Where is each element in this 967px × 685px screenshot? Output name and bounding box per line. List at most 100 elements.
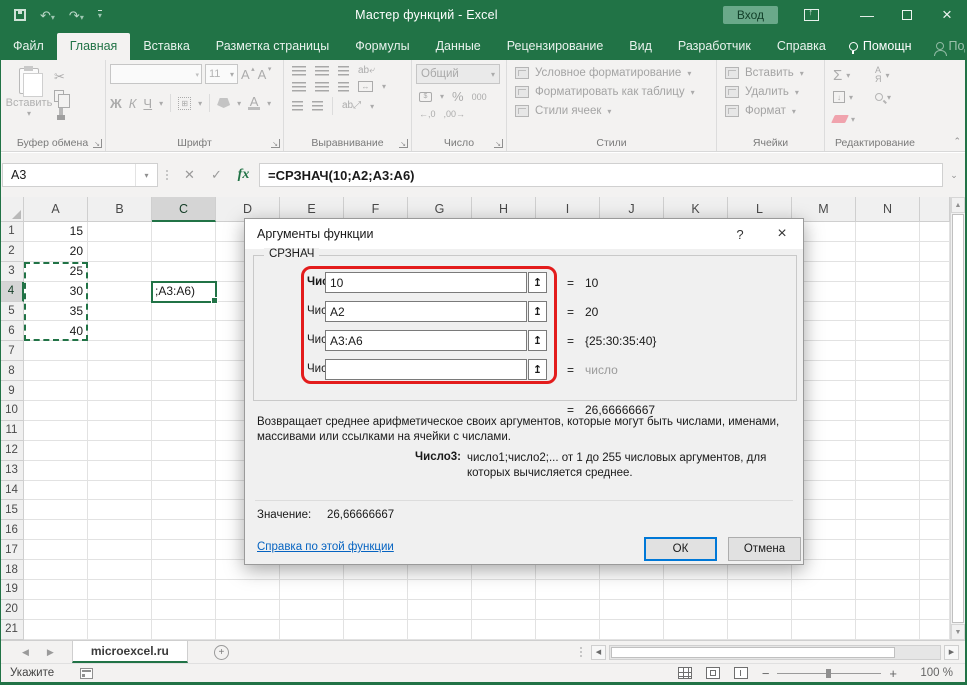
cell-D21[interactable]	[216, 620, 280, 640]
cell-C7[interactable]	[152, 341, 216, 361]
cell-C2[interactable]	[152, 242, 216, 262]
shrink-font-icon[interactable]: А▾	[258, 67, 272, 82]
ribbon-item[interactable]: Форматировать как таблицу▾	[515, 86, 712, 98]
cell-E21[interactable]	[280, 620, 344, 640]
ribbon-display-options-icon[interactable]	[804, 9, 819, 21]
font-dialog-launcher-icon[interactable]	[271, 139, 280, 148]
column-header-partial[interactable]	[920, 197, 950, 222]
cell-B8[interactable]	[88, 361, 152, 381]
cell-B6[interactable]	[88, 321, 152, 341]
cell-N16[interactable]	[856, 520, 920, 540]
cell-partial[interactable]	[920, 262, 950, 282]
cell-A6[interactable]: 40	[24, 321, 88, 341]
row-header-12[interactable]: 12	[0, 441, 24, 461]
row-header-20[interactable]: 20	[0, 600, 24, 620]
cell-N10[interactable]	[856, 401, 920, 421]
cell-N21[interactable]	[856, 620, 920, 640]
cell-A1[interactable]: 15	[24, 222, 88, 242]
cell-C9[interactable]	[152, 381, 216, 401]
cell-F21[interactable]	[344, 620, 408, 640]
row-header-9[interactable]: 9	[0, 381, 24, 401]
cell-A14[interactable]	[24, 481, 88, 501]
cell-N1[interactable]	[856, 222, 920, 242]
cell-N13[interactable]	[856, 461, 920, 481]
splitter-handle[interactable]	[580, 647, 582, 657]
cell-partial[interactable]	[920, 282, 950, 302]
cell-M20[interactable]	[792, 600, 856, 620]
new-sheet-icon[interactable]: +	[214, 645, 229, 660]
field-input-number4[interactable]	[325, 359, 527, 380]
borders-icon[interactable]: ⊞	[178, 97, 191, 110]
cell-C20[interactable]	[152, 600, 216, 620]
ribbon-item[interactable]: Стили ячеек▾	[515, 105, 712, 117]
cut-icon[interactable]: ✂	[54, 70, 67, 84]
wrap-text-icon[interactable]: ab⤶	[358, 66, 375, 76]
row-header-6[interactable]: 6	[0, 321, 24, 341]
customize-qat-icon[interactable]: ▾	[98, 10, 102, 20]
clipboard-dialog-launcher-icon[interactable]	[93, 139, 102, 148]
cell-N4[interactable]	[856, 282, 920, 302]
dialog-help-icon[interactable]: ?	[719, 219, 761, 249]
dialog-title-bar[interactable]: Аргументы функции ? ×	[245, 219, 803, 249]
cell-C13[interactable]	[152, 461, 216, 481]
name-box-dropdown-icon[interactable]: ▾	[135, 164, 157, 186]
clear-icon[interactable]	[831, 115, 849, 123]
paste-button[interactable]: Вставить ▾	[4, 64, 54, 133]
cell-C17[interactable]	[152, 540, 216, 560]
function-help-link[interactable]: Справка по этой функции	[257, 541, 394, 553]
sheet-tab-active[interactable]: microexcel.ru	[72, 641, 188, 663]
cell-H21[interactable]	[472, 620, 536, 640]
cancel-button[interactable]: Отмена	[728, 537, 801, 561]
orientation-icon[interactable]: ab⤢	[342, 101, 361, 111]
ribbon-tab-данные[interactable]: Данные	[423, 33, 494, 60]
cell-J20[interactable]	[600, 600, 664, 620]
row-header-14[interactable]: 14	[0, 481, 24, 501]
cell-N6[interactable]	[856, 321, 920, 341]
collapse-dialog-icon-1[interactable]: ↥	[528, 272, 547, 293]
cell-G19[interactable]	[408, 580, 472, 600]
ribbon-tab-главная[interactable]: Главная	[57, 33, 131, 60]
cell-partial[interactable]	[920, 341, 950, 361]
column-header-B[interactable]: B	[88, 197, 152, 222]
cell-F19[interactable]	[344, 580, 408, 600]
font-color-icon[interactable]: А	[248, 96, 260, 110]
sheet-nav-right-icon[interactable]: ▶	[47, 647, 54, 658]
ribbon-item[interactable]: Формат▾	[725, 105, 820, 117]
ribbon-tab-разработчик[interactable]: Разработчик	[665, 33, 764, 60]
zoom-out-icon[interactable]: −	[762, 666, 770, 681]
column-header-C[interactable]: C	[152, 197, 216, 222]
cell-A2[interactable]: 20	[24, 242, 88, 262]
cell-C11[interactable]	[152, 421, 216, 441]
row-header-1[interactable]: 1	[0, 222, 24, 242]
cell-J21[interactable]	[600, 620, 664, 640]
cell-E19[interactable]	[280, 580, 344, 600]
cell-partial[interactable]	[920, 461, 950, 481]
cell-B19[interactable]	[88, 580, 152, 600]
vertical-scrollbar[interactable]: ▲ ▼	[950, 197, 965, 640]
cell-H20[interactable]	[472, 600, 536, 620]
cell-C15[interactable]	[152, 500, 216, 520]
horizontal-scroll-thumb[interactable]	[611, 647, 895, 658]
cell-N11[interactable]	[856, 421, 920, 441]
cell-J19[interactable]	[600, 580, 664, 600]
cell-B4[interactable]	[88, 282, 152, 302]
fill-color-icon[interactable]	[217, 98, 230, 108]
fill-down-icon[interactable]: ↓	[833, 91, 845, 103]
align-middle-icon[interactable]	[315, 66, 329, 76]
row-header-7[interactable]: 7	[0, 341, 24, 361]
cell-N2[interactable]	[856, 242, 920, 262]
dialog-close-icon[interactable]: ×	[761, 219, 803, 249]
merge-center-icon[interactable]: ↔	[358, 81, 373, 92]
cell-K21[interactable]	[664, 620, 728, 640]
number-dialog-launcher-icon[interactable]	[494, 139, 503, 148]
cell-A4[interactable]: 30	[24, 282, 88, 302]
maximize-button[interactable]	[887, 0, 927, 30]
share-button[interactable]: Поделиться	[922, 33, 967, 60]
zoom-slider[interactable]	[777, 673, 881, 674]
ribbon-item[interactable]: Вставить▾	[725, 67, 820, 79]
confirm-entry-icon[interactable]: ✓	[203, 163, 230, 187]
cell-N20[interactable]	[856, 600, 920, 620]
cell-C10[interactable]	[152, 401, 216, 421]
ribbon-tab-рецензирование[interactable]: Рецензирование	[494, 33, 617, 60]
minimize-button[interactable]: —	[847, 0, 887, 30]
